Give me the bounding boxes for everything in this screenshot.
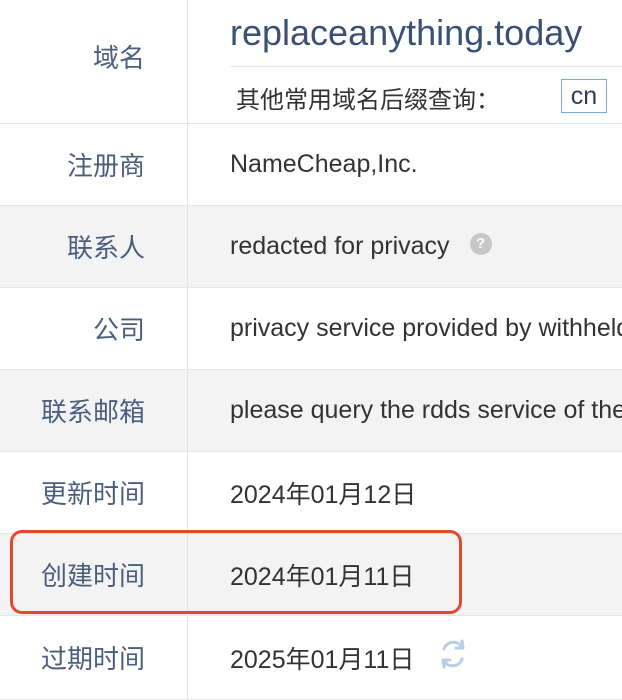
row-created: 创建时间 2024年01月11日	[0, 534, 622, 616]
label-company: 公司	[0, 288, 188, 369]
label-updated: 更新时间	[0, 452, 188, 533]
row-updated: 更新时间 2024年01月12日	[0, 452, 622, 534]
help-icon[interactable]: ?	[469, 232, 492, 255]
row-domain: 域名 replaceanything.today 其他常用域名后缀查询： cn	[0, 0, 622, 124]
label-created: 创建时间	[0, 534, 188, 615]
value-company: privacy service provided by withheld for…	[230, 288, 622, 369]
row-email: 联系邮箱 please query the rdds service of th…	[0, 370, 622, 452]
value-created: 2024年01月11日	[230, 534, 622, 615]
contact-text: redacted for privacy	[230, 232, 450, 260]
label-contact: 联系人	[0, 206, 188, 287]
value-registrar: NameCheap,Inc.	[230, 124, 622, 205]
row-contact: 联系人 redacted for privacy ?	[0, 206, 622, 288]
value-updated: 2024年01月12日	[230, 452, 622, 533]
company-text: privacy service provided by withheld for…	[230, 314, 622, 342]
value-email: please query the rdds service of the reg…	[230, 370, 622, 451]
registrar-text: NameCheap,Inc.	[230, 150, 418, 178]
label-expires: 过期时间	[0, 616, 188, 699]
created-text: 2024年01月11日	[230, 562, 415, 591]
row-registrar: 注册商 NameCheap,Inc.	[0, 124, 622, 206]
value-contact: redacted for privacy ?	[230, 206, 622, 287]
row-company: 公司 privacy service provided by withheld …	[0, 288, 622, 370]
label-registrar: 注册商	[0, 124, 188, 205]
expires-text: 2025年01月11日	[230, 645, 415, 674]
email-text: please query the rdds service of the reg…	[230, 396, 622, 424]
label-domain: 域名	[0, 0, 188, 123]
value-expires: 2025年01月11日	[230, 616, 622, 699]
whois-table: 域名 replaceanything.today 其他常用域名后缀查询： cn …	[0, 0, 622, 700]
domain-name: replaceanything.today	[230, 12, 583, 53]
suffix-cn-link[interactable]: cn	[561, 79, 607, 113]
updated-text: 2024年01月12日	[230, 480, 417, 509]
domain-divider	[230, 66, 622, 67]
row-expires: 过期时间 2025年01月11日	[0, 616, 622, 700]
suffix-prompt: 其他常用域名后缀查询：	[236, 87, 500, 114]
label-email: 联系邮箱	[0, 370, 188, 451]
refresh-icon[interactable]	[436, 637, 470, 671]
